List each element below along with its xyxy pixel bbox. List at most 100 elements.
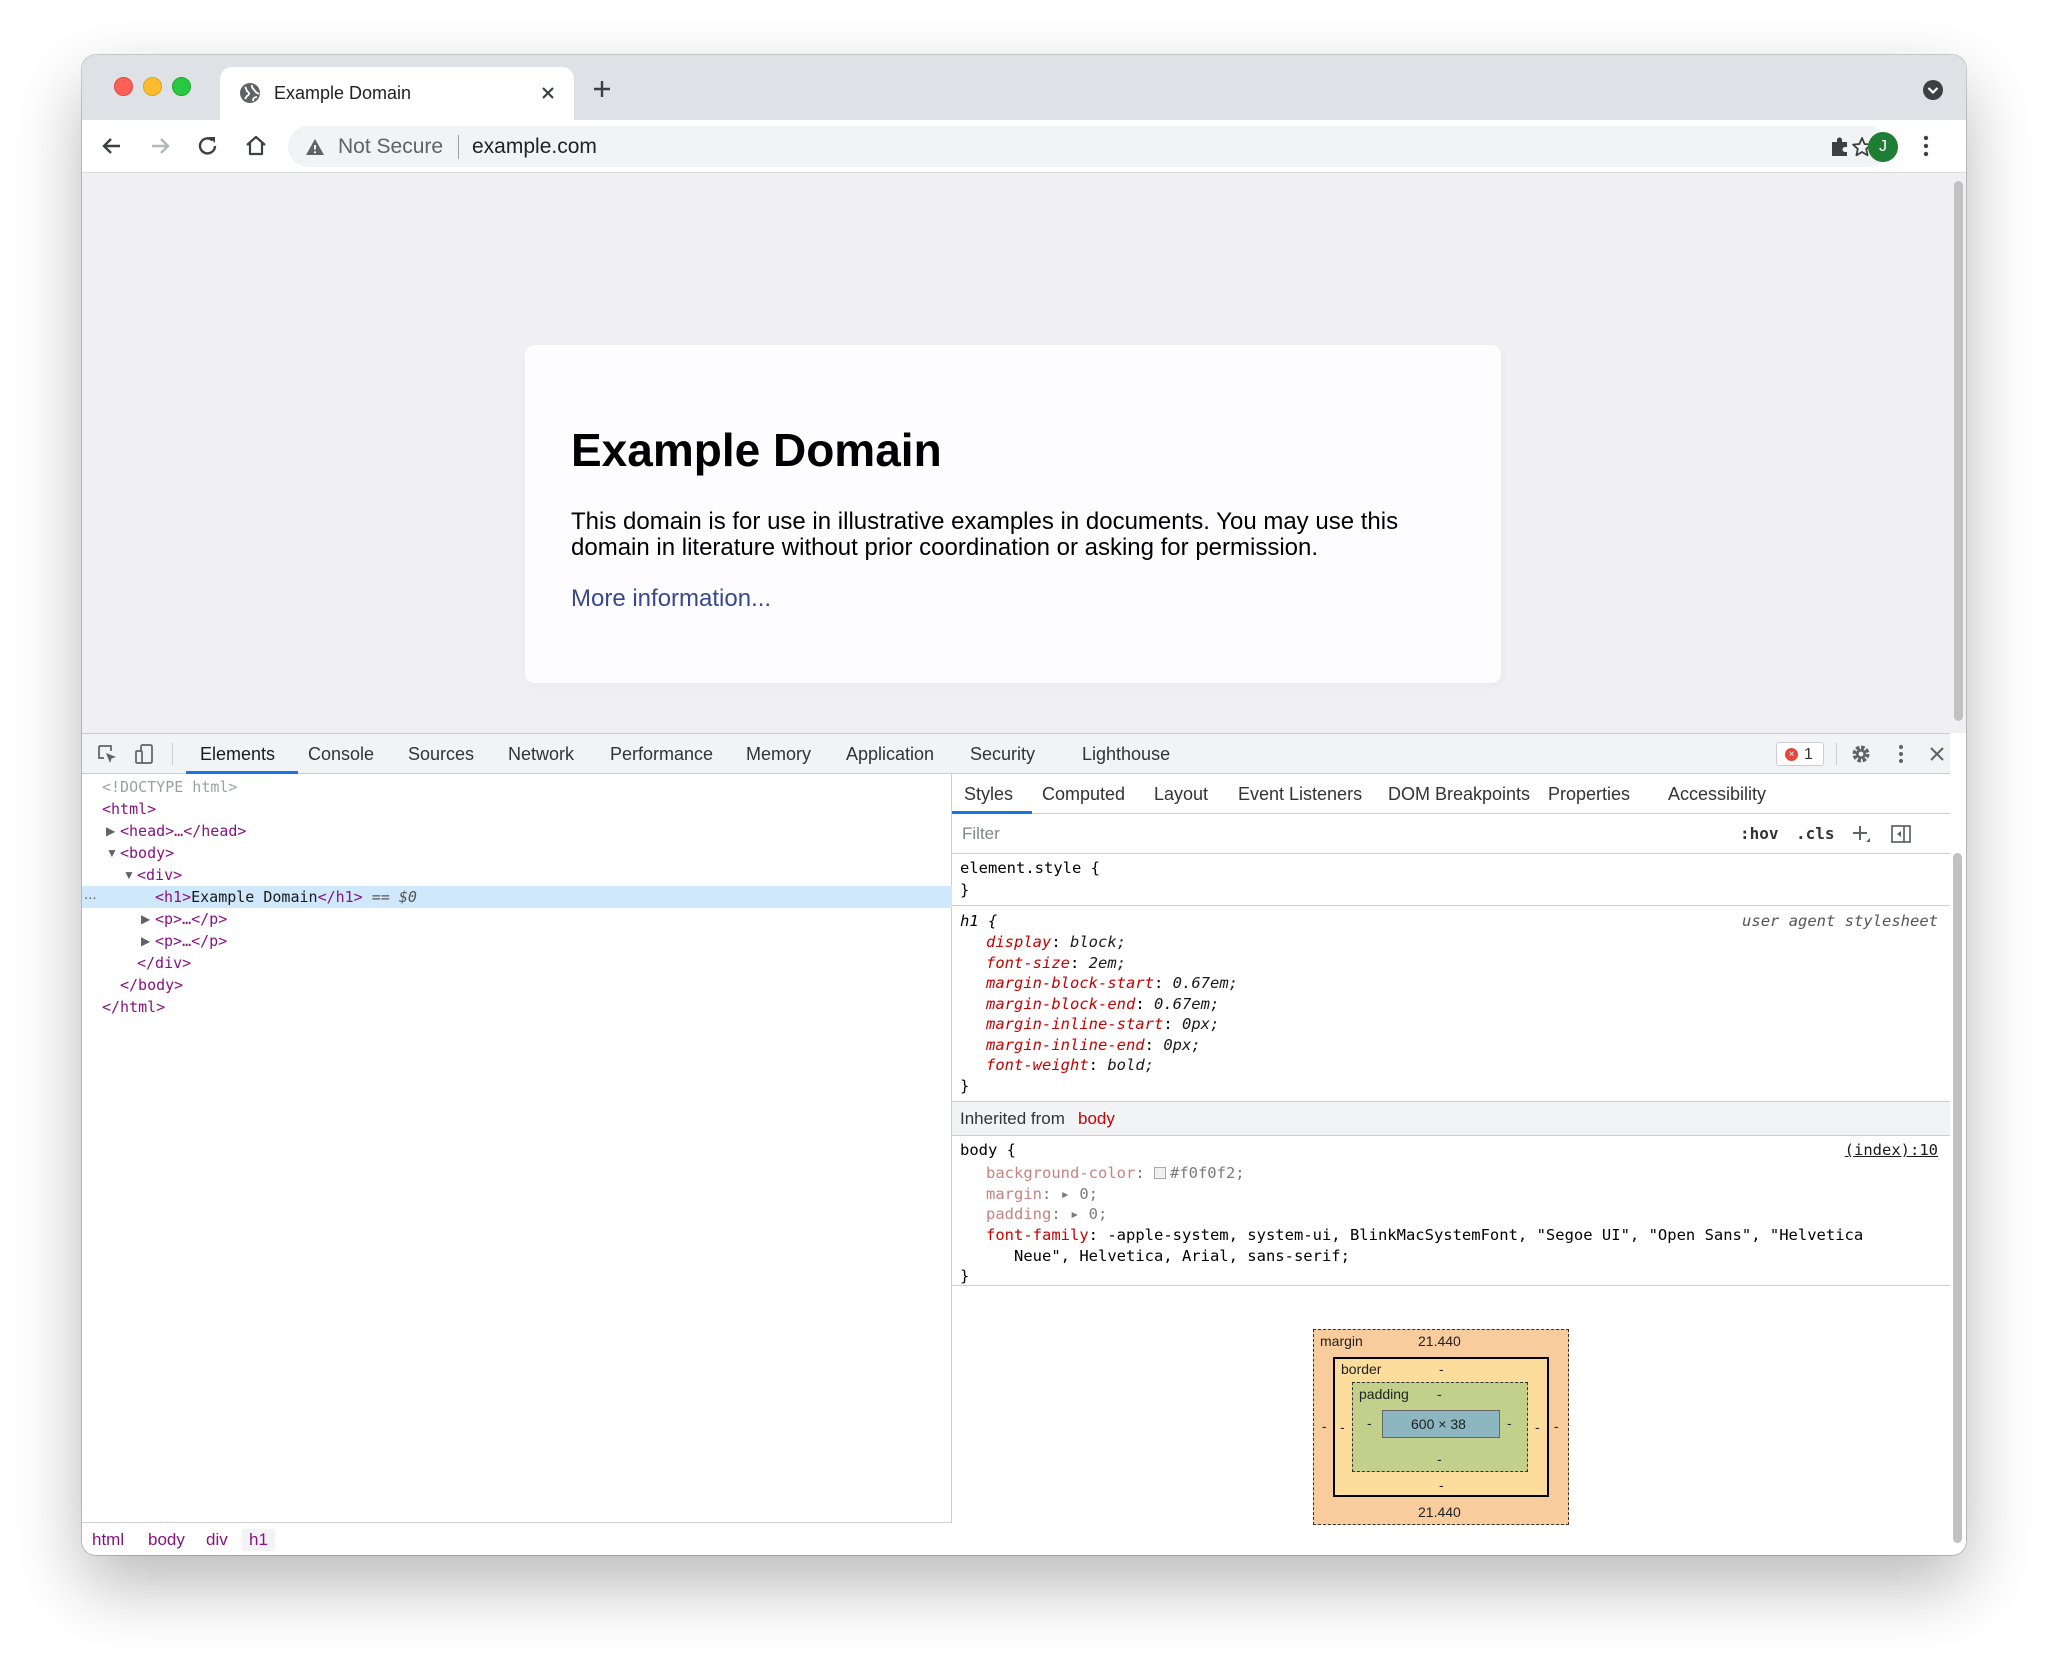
class-toggle[interactable]: .cls xyxy=(1796,822,1835,846)
page-scrollbar-thumb[interactable] xyxy=(1954,181,1963,721)
subtab-properties[interactable]: Properties xyxy=(1548,774,1630,814)
close-tab-icon[interactable] xyxy=(536,81,560,105)
devtools-scrollbar-thumb[interactable] xyxy=(1953,853,1962,1543)
close-devtools-icon[interactable] xyxy=(1926,743,1948,765)
tab-lighthouse[interactable]: Lighthouse xyxy=(1082,734,1170,774)
forward-icon[interactable] xyxy=(146,132,174,160)
tab-search-icon[interactable] xyxy=(1922,79,1944,101)
box-model-padding-label: padding xyxy=(1359,1386,1409,1402)
breadcrumb-h1[interactable]: h1 xyxy=(242,1529,275,1551)
settings-gear-icon[interactable] xyxy=(1850,743,1872,765)
dom-html-close[interactable]: </html> xyxy=(102,996,165,1018)
dom-p-1[interactable]: <p>…</p> xyxy=(155,908,227,930)
dom-div-open[interactable]: <div> xyxy=(137,864,182,886)
tab-console[interactable]: Console xyxy=(308,734,374,774)
security-label[interactable]: Not Secure xyxy=(338,135,443,159)
zoom-window-button[interactable] xyxy=(172,77,191,96)
address-bar[interactable]: Not Secure example.com xyxy=(288,126,1888,167)
subtab-styles[interactable]: Styles xyxy=(964,774,1013,814)
element-style-selector[interactable]: element.style { xyxy=(960,858,1100,879)
dom-body-open[interactable]: <body> xyxy=(120,842,174,864)
devtools-panel: Elements Console Sources Network Perform… xyxy=(82,733,1966,1555)
subtab-layout[interactable]: Layout xyxy=(1154,774,1208,814)
dom-html-open[interactable]: <html> xyxy=(102,798,156,820)
tab-security[interactable]: Security xyxy=(970,734,1035,774)
dom-doctype[interactable]: <!DOCTYPE html> xyxy=(102,776,237,798)
dom-p-2[interactable]: <p>…</p> xyxy=(155,930,227,952)
box-model-padding-top[interactable]: - xyxy=(1437,1386,1442,1402)
expand-p1-arrow[interactable]: ▶ xyxy=(141,908,150,930)
h1-selector: h1 { xyxy=(960,912,998,930)
tab-network[interactable]: Network xyxy=(508,734,574,774)
toggle-sidebar-icon[interactable] xyxy=(1890,823,1912,845)
box-model-border-bottom[interactable]: - xyxy=(1439,1477,1444,1493)
tab-performance[interactable]: Performance xyxy=(610,734,713,774)
minimize-window-button[interactable] xyxy=(143,77,162,96)
device-toolbar-icon[interactable] xyxy=(134,743,156,765)
collapse-div-arrow[interactable]: ▼ xyxy=(123,864,135,886)
styles-subtab-bar: Styles Computed Layout Event Listeners D… xyxy=(952,774,1950,814)
profile-avatar[interactable]: J xyxy=(1868,132,1898,162)
subtab-event-listeners[interactable]: Event Listeners xyxy=(1238,774,1362,814)
box-model-margin-right[interactable]: - xyxy=(1554,1418,1559,1434)
new-style-rule-icon[interactable] xyxy=(1850,823,1872,845)
hover-state-toggle[interactable]: :hov xyxy=(1740,822,1779,846)
page-scrollbar[interactable] xyxy=(1950,173,1966,733)
back-icon[interactable] xyxy=(98,132,126,160)
box-model-margin-top[interactable]: 21.440 xyxy=(1418,1333,1461,1349)
warning-icon[interactable] xyxy=(304,136,326,158)
expand-p2-arrow[interactable]: ▶ xyxy=(141,930,150,952)
box-model-content[interactable]: 600 × 38 xyxy=(1382,1410,1500,1438)
box-model-padding-bottom[interactable]: - xyxy=(1437,1451,1442,1467)
box-model-content-size[interactable]: 600 × 38 xyxy=(1411,1416,1466,1432)
box-model-padding-right[interactable]: - xyxy=(1507,1415,1512,1431)
dom-body-close[interactable]: </body> xyxy=(120,974,183,996)
dom-head[interactable]: <head>…</head> xyxy=(120,820,246,842)
box-model-margin-left[interactable]: - xyxy=(1322,1418,1327,1434)
breadcrumb-html[interactable]: html xyxy=(92,1529,124,1551)
dom-div-close[interactable]: </div> xyxy=(137,952,191,974)
color-swatch[interactable] xyxy=(1153,1167,1166,1179)
home-icon[interactable] xyxy=(242,132,270,160)
dom-h1-selected[interactable]: <h1>Example Domain</h1> == $0 xyxy=(155,886,417,908)
box-model-padding[interactable]: padding - - - - 600 × 38 xyxy=(1352,1382,1528,1472)
node-actions-ellipsis[interactable]: ... xyxy=(84,886,97,904)
subtab-computed[interactable]: Computed xyxy=(1042,774,1125,814)
box-model-border[interactable]: border - - - - padding - - - - 600 × 38 xyxy=(1333,1357,1549,1497)
box-model-padding-left[interactable]: - xyxy=(1367,1415,1372,1431)
styles-filter-input[interactable]: Filter xyxy=(962,822,1732,846)
inherited-from-link[interactable]: body xyxy=(1078,1109,1115,1129)
browser-tab[interactable]: Example Domain xyxy=(220,67,574,120)
body-prop-padding: padding: ▸ 0; xyxy=(986,1205,1108,1223)
extensions-puzzle-icon[interactable] xyxy=(1827,133,1853,159)
box-model-border-left[interactable]: - xyxy=(1340,1419,1345,1435)
devtools-scrollbar[interactable] xyxy=(1950,733,1966,1555)
devtools-menu-icon[interactable] xyxy=(1890,743,1912,765)
box-model-border-right[interactable]: - xyxy=(1535,1419,1540,1435)
box-model-margin-bottom[interactable]: 21.440 xyxy=(1418,1504,1461,1520)
tab-application[interactable]: Application xyxy=(846,734,934,774)
box-model-border-top[interactable]: - xyxy=(1439,1361,1444,1377)
reload-icon[interactable] xyxy=(194,132,222,160)
collapse-body-arrow[interactable]: ▼ xyxy=(106,842,118,864)
url-text[interactable]: example.com xyxy=(472,135,597,159)
box-model-margin[interactable]: margin 21.440 21.440 - - border - - - - … xyxy=(1313,1329,1569,1525)
tab-strip: Example Domain xyxy=(82,55,1966,120)
new-tab-icon[interactable] xyxy=(590,77,614,101)
expand-head-arrow[interactable]: ▶ xyxy=(106,820,115,842)
dom-h1-text: Example Domain xyxy=(191,888,318,906)
inspect-element-icon[interactable] xyxy=(96,743,118,765)
breadcrumb-body[interactable]: body xyxy=(148,1529,185,1551)
error-badge[interactable]: × 1 xyxy=(1776,742,1824,766)
tab-memory[interactable]: Memory xyxy=(746,734,811,774)
tab-elements[interactable]: Elements xyxy=(200,734,275,774)
more-information-link[interactable]: More information... xyxy=(571,585,771,613)
subtab-dom-breakpoints[interactable]: DOM Breakpoints xyxy=(1388,774,1530,814)
body-rule-source-link[interactable]: (index):10 xyxy=(1845,1140,1938,1161)
close-window-button[interactable] xyxy=(114,77,133,96)
tab-sources[interactable]: Sources xyxy=(408,734,474,774)
body-selector[interactable]: body { xyxy=(960,1140,1016,1161)
subtab-accessibility[interactable]: Accessibility xyxy=(1668,774,1766,814)
breadcrumb-div[interactable]: div xyxy=(206,1529,228,1551)
browser-menu-icon[interactable] xyxy=(1922,133,1930,159)
